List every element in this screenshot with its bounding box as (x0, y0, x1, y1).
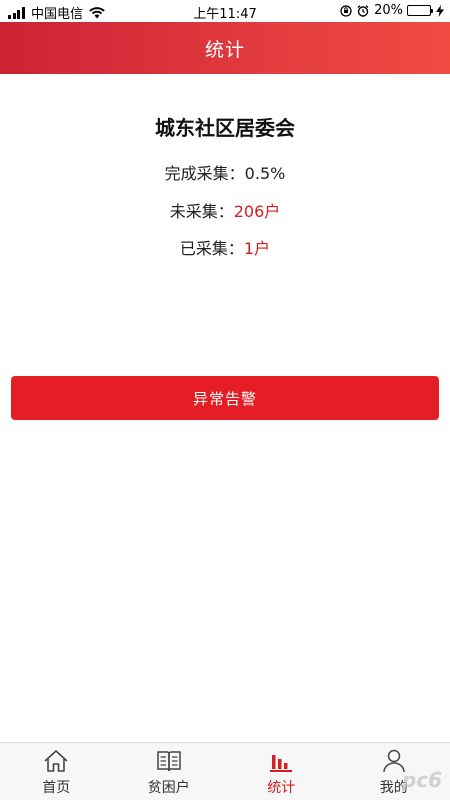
abnormal-alert-button[interactable]: 异常告警 (11, 376, 439, 420)
stat-completed: 完成采集：0.5% (0, 160, 450, 184)
stat-uncollected-label: 未采集： (169, 202, 234, 221)
orientation-lock-icon (340, 4, 352, 17)
page-title: 统计 (204, 38, 245, 61)
nav-bar: 统计 (0, 22, 450, 74)
watermark-logo: pc6 (401, 768, 442, 792)
stat-uncollected-value: 206户 (233, 202, 281, 221)
home-icon (42, 747, 70, 775)
stat-collected-label: 已采集： (179, 239, 244, 258)
tab-bar: 首页 贫困户 统计 我的 (0, 742, 450, 800)
stat-collected: 已采集：1户 (0, 235, 450, 259)
book-icon (155, 747, 183, 775)
stat-collected-value: 1户 (243, 239, 271, 258)
status-right: 20% (340, 3, 444, 18)
alarm-icon (357, 4, 369, 17)
bar-chart-icon (267, 747, 295, 775)
status-bar: 中国电信 上午11:47 20% (0, 0, 450, 22)
tab-poor-households-label: 贫困户 (147, 780, 190, 796)
stat-completed-label: 完成采集： (164, 164, 245, 183)
stat-completed-value: 0.5% (244, 164, 286, 183)
tab-home-label: 首页 (42, 780, 71, 796)
tab-poor-households[interactable]: 贫困户 (113, 743, 226, 800)
charging-icon (436, 4, 444, 17)
tab-statistics-label: 统计 (267, 780, 296, 796)
stat-uncollected: 未采集：206户 (0, 198, 450, 222)
battery-percent: 20% (374, 3, 403, 18)
tab-home[interactable]: 首页 (0, 743, 113, 800)
org-name: 城东社区居委会 (155, 116, 295, 140)
tab-statistics[interactable]: 统计 (225, 743, 338, 800)
battery-icon (407, 5, 433, 16)
